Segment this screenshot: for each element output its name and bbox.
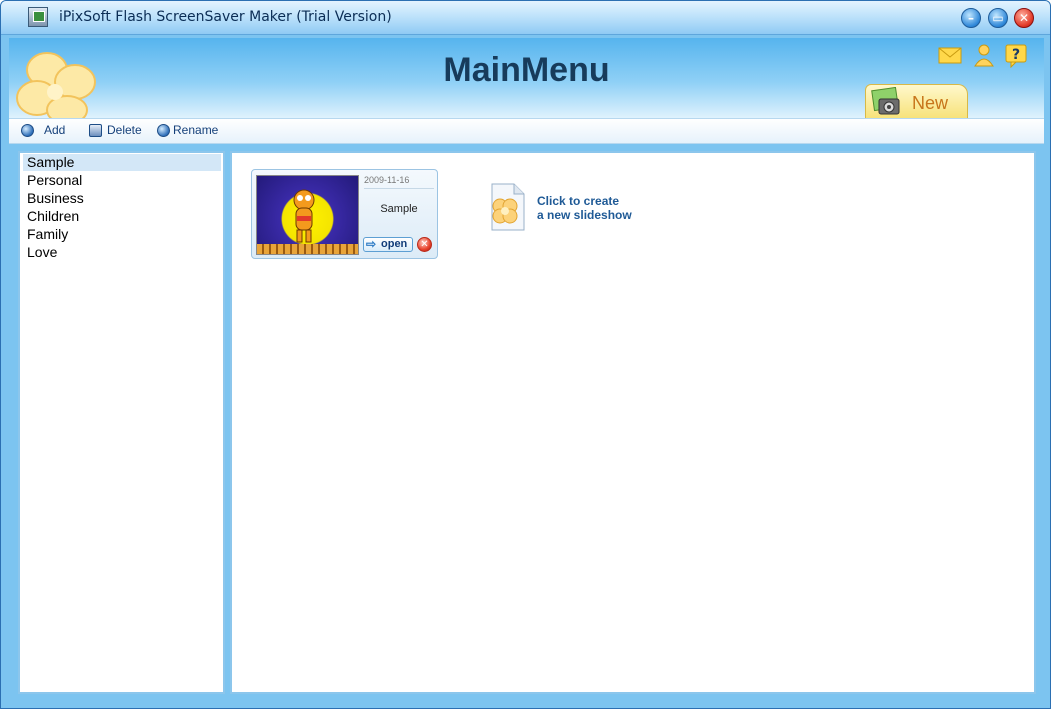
category-item-personal[interactable]: Personal (23, 172, 221, 189)
rename-button[interactable]: Rename (157, 123, 227, 139)
create-line-2: a new slideshow (537, 208, 632, 222)
window-title: iPixSoft Flash ScreenSaver Maker (Trial … (59, 9, 392, 25)
open-label: open (381, 238, 408, 250)
create-line-1: Click to create (537, 194, 620, 208)
thumbnail-fence (257, 244, 358, 254)
arrow-right-icon: ⇨ (366, 237, 377, 251)
delete-x-icon: ✕ (420, 239, 429, 250)
category-item-children[interactable]: Children (23, 208, 221, 225)
toolbar: Add Delete Rename (9, 118, 1044, 144)
delete-slideshow-button[interactable]: ✕ (417, 237, 432, 252)
mail-icon[interactable] (937, 42, 963, 68)
app-window: iPixSoft Flash ScreenSaver Maker (Trial … (0, 0, 1051, 709)
title-bar[interactable]: iPixSoft Flash ScreenSaver Maker (Trial … (1, 1, 1050, 35)
user-icon[interactable] (971, 42, 997, 68)
rename-label: Rename (173, 123, 219, 137)
minimize-button[interactable]: – (961, 8, 981, 28)
new-slideshow-tab[interactable]: New (865, 84, 968, 118)
garfield-thumbnail-image (293, 189, 315, 243)
header-banner: MainMenu ? New (9, 38, 1044, 118)
new-label: New (912, 93, 949, 113)
add-label: Add (44, 123, 66, 137)
slideshow-date: 2009-11-16 (364, 175, 434, 189)
svg-text:?: ? (1012, 47, 1020, 63)
minimize-icon: – (968, 11, 974, 25)
category-item-business[interactable]: Business (23, 190, 221, 207)
slideshow-thumbnail[interactable] (256, 175, 359, 255)
new-slideshow-icon[interactable] (486, 182, 526, 232)
delete-icon (89, 124, 102, 137)
maximize-icon: ▭ (992, 11, 1004, 25)
add-button[interactable]: Add (21, 123, 71, 139)
camera-icon (871, 87, 900, 115)
delete-label: Delete (107, 123, 142, 137)
delete-button[interactable]: Delete (89, 123, 149, 139)
slideshow-card[interactable]: 2009-11-16 Sample ⇨ open ✕ (251, 169, 438, 259)
slideshow-name: Sample (380, 203, 418, 215)
close-button[interactable]: ✕ (1014, 8, 1034, 28)
app-icon (28, 7, 48, 27)
close-icon: ✕ (1018, 11, 1030, 25)
maximize-button[interactable]: ▭ (988, 8, 1008, 28)
help-icon[interactable]: ? (1003, 42, 1029, 68)
slideshow-area: 2009-11-16 Sample ⇨ open ✕ Click to crea… (230, 151, 1036, 694)
add-icon (21, 124, 34, 137)
category-item-family[interactable]: Family (23, 226, 221, 243)
create-slideshow-link[interactable]: Click to create a new slideshow (537, 194, 632, 222)
category-item-sample[interactable]: Sample (23, 154, 221, 171)
category-item-love[interactable]: Love (23, 244, 221, 261)
open-button[interactable]: ⇨ open (363, 237, 413, 252)
rename-icon (157, 124, 170, 137)
category-list: Sample Personal Business Children Family… (18, 151, 225, 694)
